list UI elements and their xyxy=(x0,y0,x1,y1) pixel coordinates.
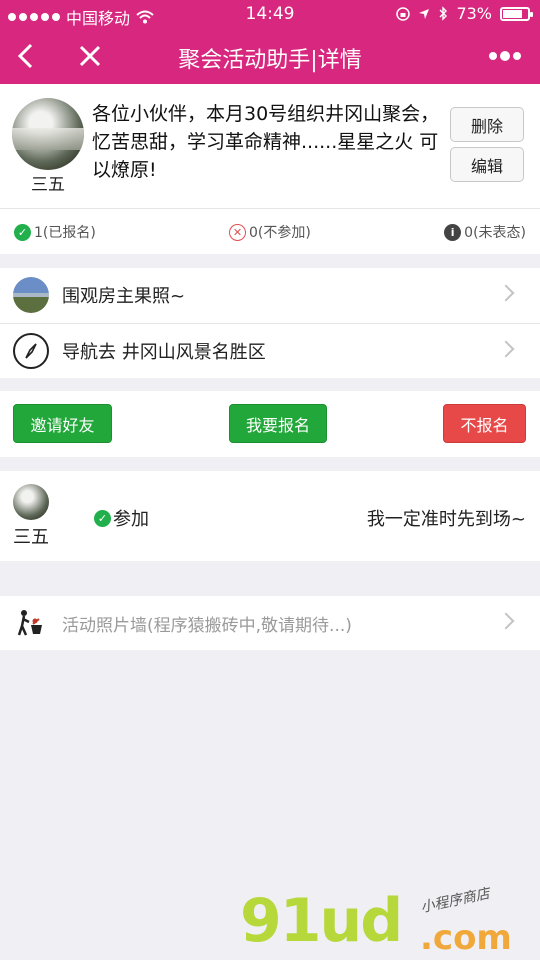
attendee-name: 三五 xyxy=(13,527,49,548)
stat-undecided-label: 0(未表态) xyxy=(464,225,526,241)
compass-icon xyxy=(13,332,49,369)
activity-post: 三五 各位小伙伴，本月30号组织井冈山聚会，忆苦思甜，学习革命精神......星… xyxy=(0,84,540,208)
action-bar: 邀请好友 我要报名 不报名 xyxy=(0,391,540,457)
bluetooth-icon xyxy=(439,6,448,21)
edit-button[interactable]: 编辑 xyxy=(450,147,524,182)
photo-wall: 活动照片墙(程序猿搬砖中,敬请期待...) xyxy=(0,596,540,650)
rsvp-stats: ✓ 1(已报名) ✕ 0(不参加) i 0(未表态) xyxy=(0,208,540,254)
attendee-row: 三五 ✓ 参加 我一定准时先到场~ xyxy=(0,471,540,561)
invite-friends-button[interactable]: 邀请好友 xyxy=(13,404,112,443)
photo-wall-label: 活动照片墙(程序猿搬砖中,敬请期待...) xyxy=(62,615,352,636)
battery-icon xyxy=(500,6,533,21)
decline-button[interactable]: 不报名 xyxy=(443,404,526,443)
stat-joined-label: 1(已报名) xyxy=(34,225,96,241)
cross-circle-icon: ✕ xyxy=(229,223,246,241)
mountain-thumbnail xyxy=(13,277,49,313)
attendee-status: ✓ 参加 xyxy=(94,505,149,531)
author-avatar[interactable] xyxy=(12,98,84,170)
watermark-main: 91ud xyxy=(240,886,403,956)
list-item-photo-wall[interactable]: 活动照片墙(程序猿搬砖中,敬请期待...) xyxy=(0,596,540,650)
status-bar: 中国移动 14:49 73% xyxy=(0,0,540,28)
watermark-logo: 91ud 小程序商店 .com xyxy=(240,880,540,960)
watermark-sub: 小程序商店 xyxy=(419,885,492,917)
author-name: 三五 xyxy=(31,175,65,195)
info-icon: i xyxy=(444,223,462,241)
check-icon: ✓ xyxy=(94,509,111,527)
signup-button[interactable]: 我要报名 xyxy=(229,404,327,443)
watermark-domain: .com xyxy=(420,918,512,958)
more-button[interactable] xyxy=(480,28,530,84)
workers-icon xyxy=(13,605,49,641)
more-dots-icon xyxy=(489,51,521,61)
host-photo-label: 围观房主果照~ xyxy=(62,286,186,307)
battery-percent: 73% xyxy=(456,4,492,23)
delete-button[interactable]: 删除 xyxy=(450,107,524,142)
attendee-status-label: 参加 xyxy=(113,509,149,530)
chevron-right-icon xyxy=(497,612,515,630)
link-list: 围观房主果照~ 导航去 井冈山风景名胜区 xyxy=(0,268,540,378)
attendee-avatar[interactable] xyxy=(13,484,49,520)
page-title: 聚会活动助手|详情 xyxy=(178,48,362,73)
attendee-comment: 我一定准时先到场~ xyxy=(366,509,526,530)
post-text: 各位小伙伴，本月30号组织井冈山聚会，忆苦思甜，学习革命精神......星星之火… xyxy=(92,103,440,181)
chevron-right-icon xyxy=(497,284,515,302)
stat-declined[interactable]: ✕ 0(不参加) xyxy=(229,222,311,242)
list-item-navigate[interactable]: 导航去 井冈山风景名胜区 xyxy=(0,323,540,377)
check-icon: ✓ xyxy=(14,223,31,241)
stat-undecided[interactable]: i 0(未表态) xyxy=(444,222,526,242)
orientation-lock-icon xyxy=(396,6,411,21)
location-icon xyxy=(419,8,430,19)
stat-declined-label: 0(不参加) xyxy=(249,225,311,241)
list-item-host-photo[interactable]: 围观房主果照~ xyxy=(0,268,540,322)
status-right: 73% xyxy=(396,4,533,23)
nav-bar: 聚会活动助手|详情 xyxy=(0,28,540,84)
stat-joined[interactable]: ✓ 1(已报名) xyxy=(14,222,96,242)
chevron-right-icon xyxy=(497,340,515,358)
navigate-label: 导航去 井冈山风景名胜区 xyxy=(62,341,266,363)
